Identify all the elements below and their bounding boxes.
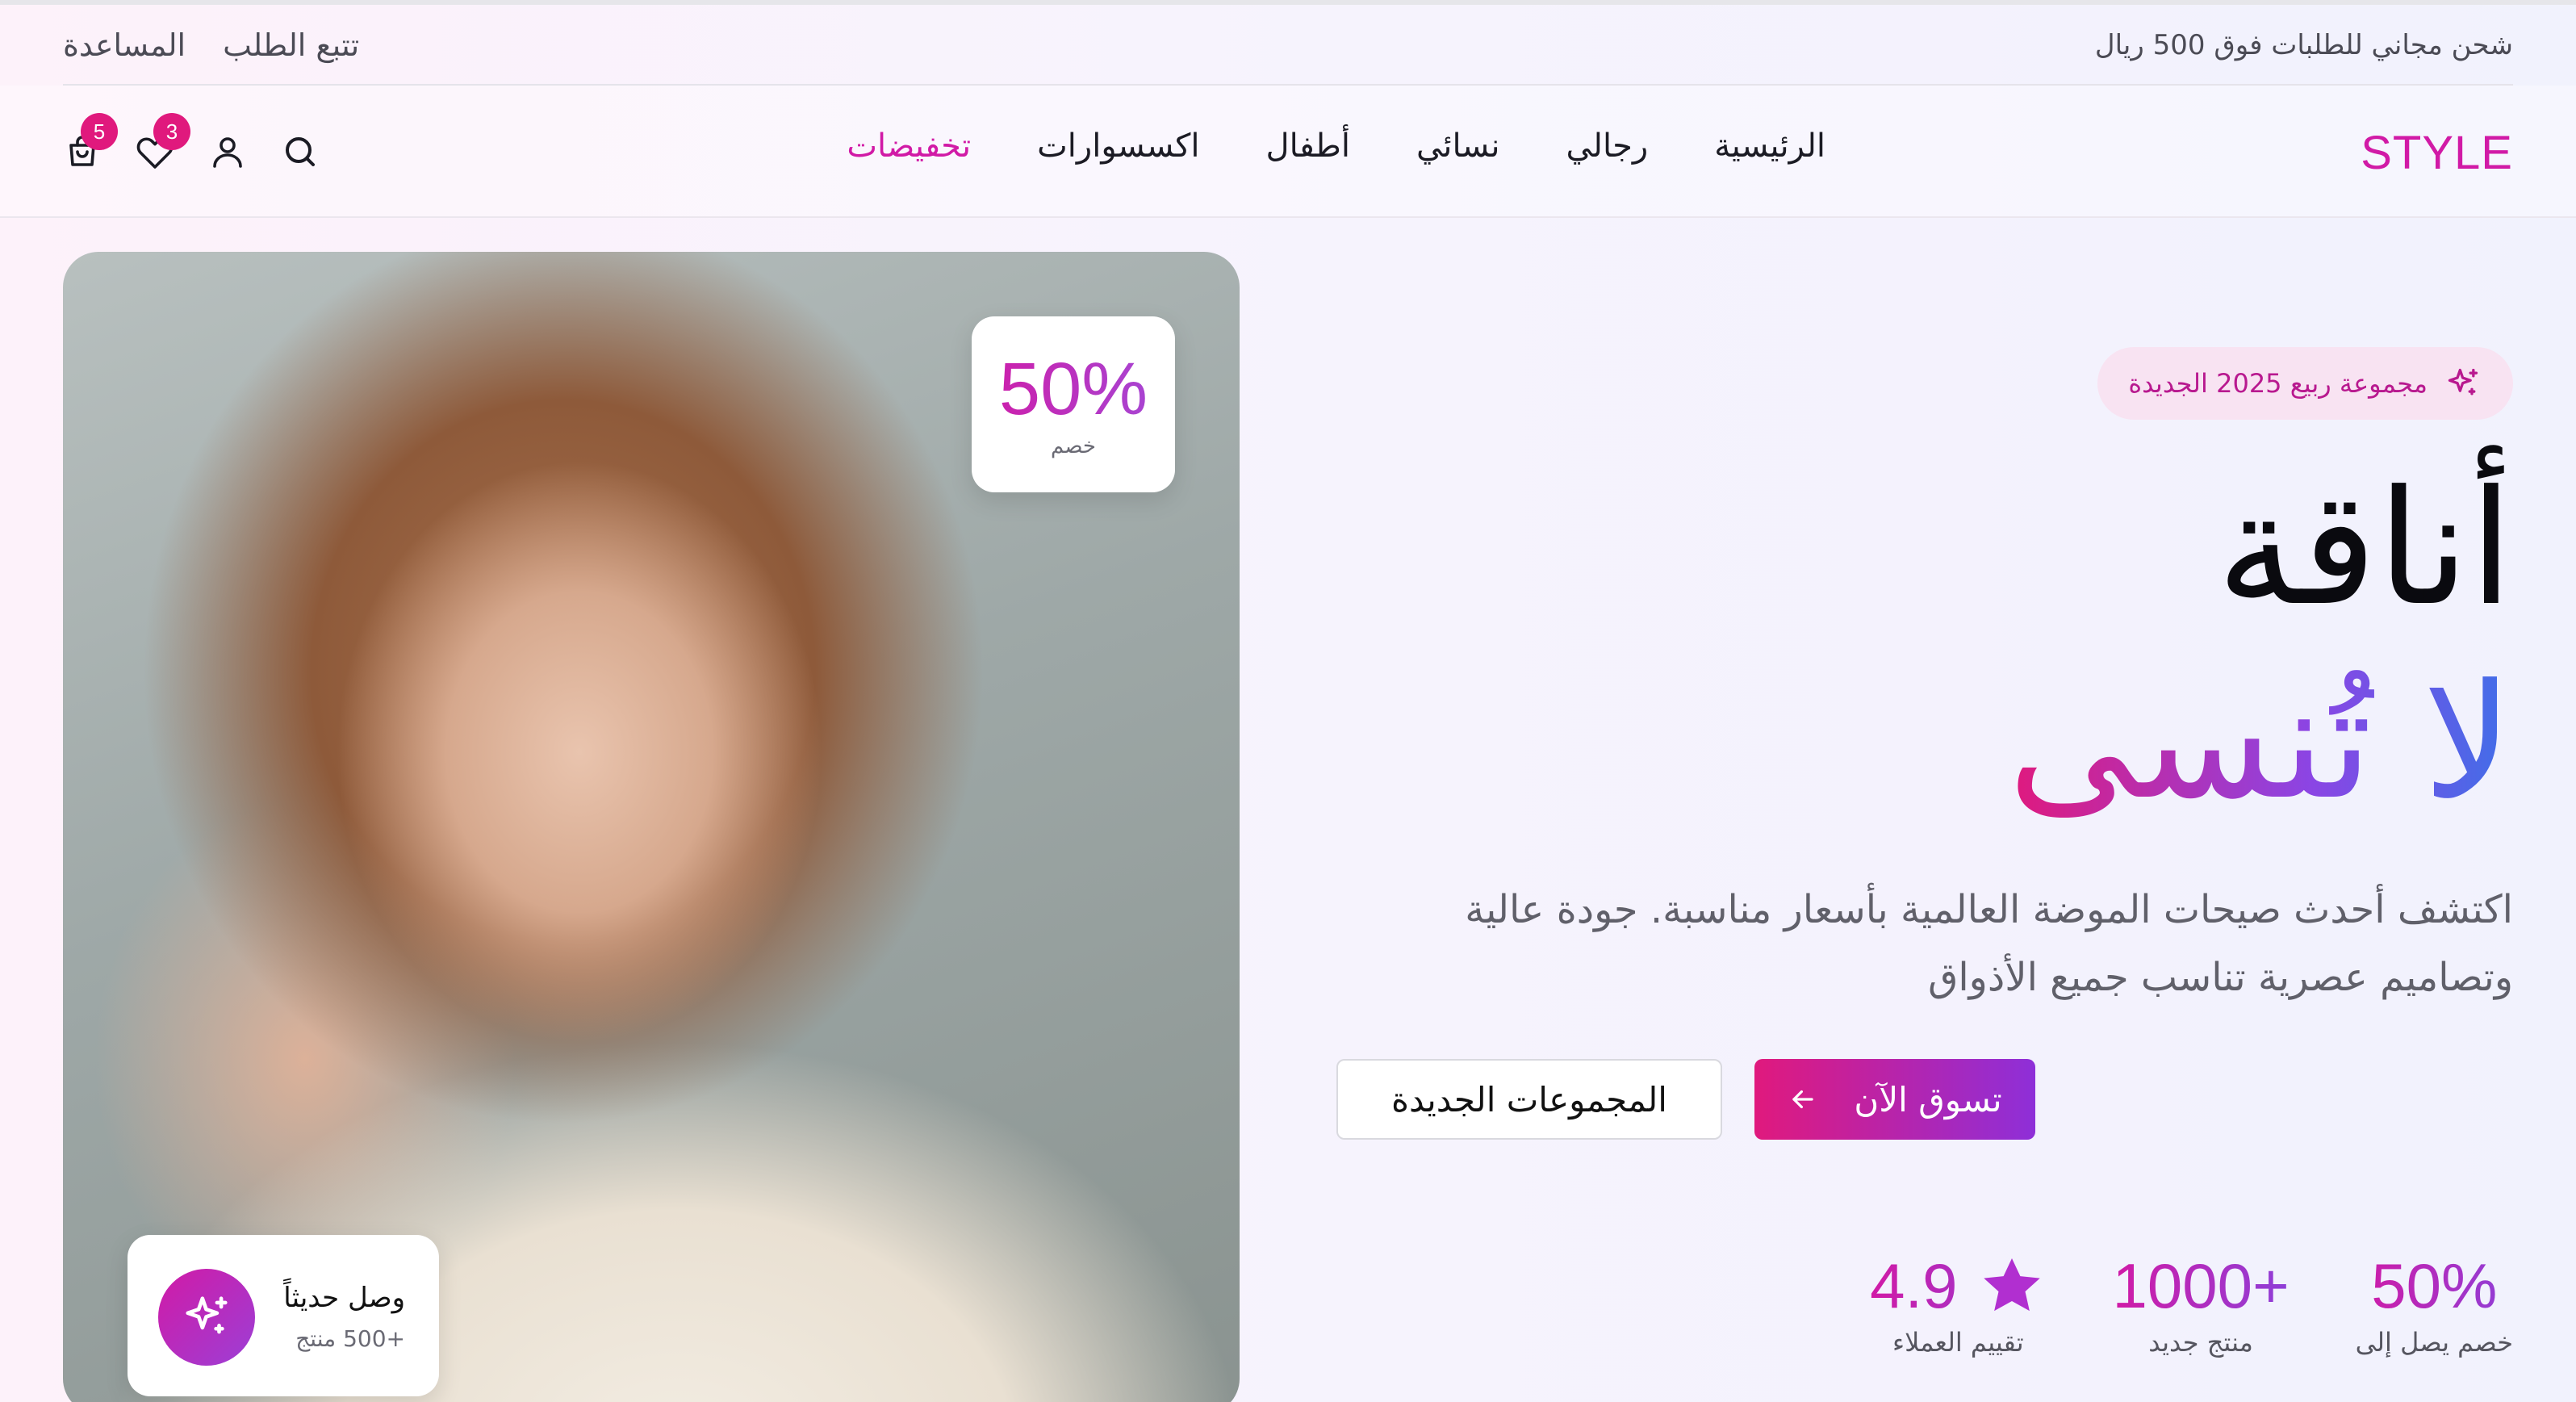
nav-link-women[interactable]: نسائي (1416, 128, 1499, 165)
sparkles-icon (2448, 368, 2478, 395)
nav-link-kids[interactable]: أطفال (1266, 128, 1350, 165)
stat-discount-value: 50% (2356, 1251, 2513, 1320)
stat-rating: 4.9 تقييم العملاء (1870, 1251, 2046, 1358)
nav-links: الرئيسية رجالي نسائي أطفال اكسسوارات تخف… (847, 128, 1825, 165)
account-button[interactable] (207, 131, 249, 173)
stat-discount-label: خصم يصل إلى (2355, 1327, 2513, 1358)
search-icon (286, 137, 315, 166)
nav-icons: 5 3 (61, 113, 321, 173)
sparkles-badge (158, 1269, 255, 1366)
promo-text: شحن مجاني للطلبات فوق 500 ريال (2094, 29, 2513, 61)
hero-stats: 50% خصم يصل إلى 1000+ منتج جديد 4.9 تقيي… (1870, 1251, 2513, 1358)
arrow-left-icon (1792, 1090, 1814, 1109)
wishlist-count-badge: 3 (153, 113, 190, 150)
user-icon (213, 137, 242, 168)
cart-count-badge: 5 (81, 113, 118, 150)
discount-card: 50% خصم (972, 316, 1175, 492)
help-link[interactable]: المساعدة (63, 27, 186, 63)
star-icon (1983, 1258, 2040, 1312)
nav-link-accessories[interactable]: اكسسوارات (1037, 128, 1199, 165)
nav-link-sale[interactable]: تخفيضات (847, 128, 971, 165)
new-arrivals-title: وصل حديثاً (283, 1282, 405, 1314)
wishlist-button[interactable]: 3 (134, 113, 190, 173)
stat-products-value: 1000+ (2112, 1250, 2290, 1321)
topbar-links: تتبع الطلب المساعدة (63, 27, 359, 63)
hero-description: اكتشف أحدث صيحات الموضة العالمية بأسعار … (1465, 887, 2513, 1000)
stat-rating-value: 4.9 (1870, 1250, 1958, 1321)
track-order-link[interactable]: تتبع الطلب (223, 27, 359, 63)
nav-link-men[interactable]: رجالي (1566, 128, 1648, 165)
discount-label: خصم (1051, 434, 1096, 458)
new-arrivals-count: +500 منتج (295, 1325, 405, 1352)
page: شحن مجاني للطلبات فوق 500 ريال تتبع الطل… (0, 0, 2576, 1402)
stat-products: 1000+ منتج جديد (2113, 1251, 2290, 1358)
logo[interactable]: STYLE (2361, 126, 2513, 180)
sparkles-icon (186, 1296, 228, 1334)
stat-discount: 50% خصم يصل إلى (2356, 1251, 2513, 1358)
nav-link-home[interactable]: الرئيسية (1714, 128, 1825, 165)
hero-title-line2: لا تُنسى (2008, 651, 2513, 835)
shop-now-label: تسوق الآن (1854, 1079, 2002, 1120)
new-collections-button[interactable]: المجموعات الجديدة (1336, 1059, 1722, 1140)
new-arrivals-card: وصل حديثاً +500 منتج (128, 1235, 439, 1396)
announcement-bar: شحن مجاني للطلبات فوق 500 ريال تتبع الطل… (63, 5, 2513, 86)
stat-rating-label: تقييم العملاء (1892, 1327, 2024, 1358)
cart-button[interactable]: 5 (61, 113, 118, 173)
stat-products-label: منتج جديد (2148, 1327, 2253, 1358)
collection-badge: مجموعة ربيع 2025 الجديدة (2097, 347, 2513, 420)
shop-now-button[interactable]: تسوق الآن (1754, 1059, 2035, 1140)
discount-value: 50% (972, 352, 1175, 426)
main-navbar: STYLE الرئيسية رجالي نسائي أطفال اكسسوار… (0, 86, 2576, 218)
search-button[interactable] (279, 131, 321, 173)
stat-rating-row: 4.9 (1870, 1251, 2046, 1320)
collection-badge-text: مجموعة ربيع 2025 الجديدة (2128, 368, 2428, 399)
new-collections-label: المجموعات الجديدة (1391, 1079, 1667, 1120)
hero-title-line1: أناقة (2216, 457, 2514, 641)
